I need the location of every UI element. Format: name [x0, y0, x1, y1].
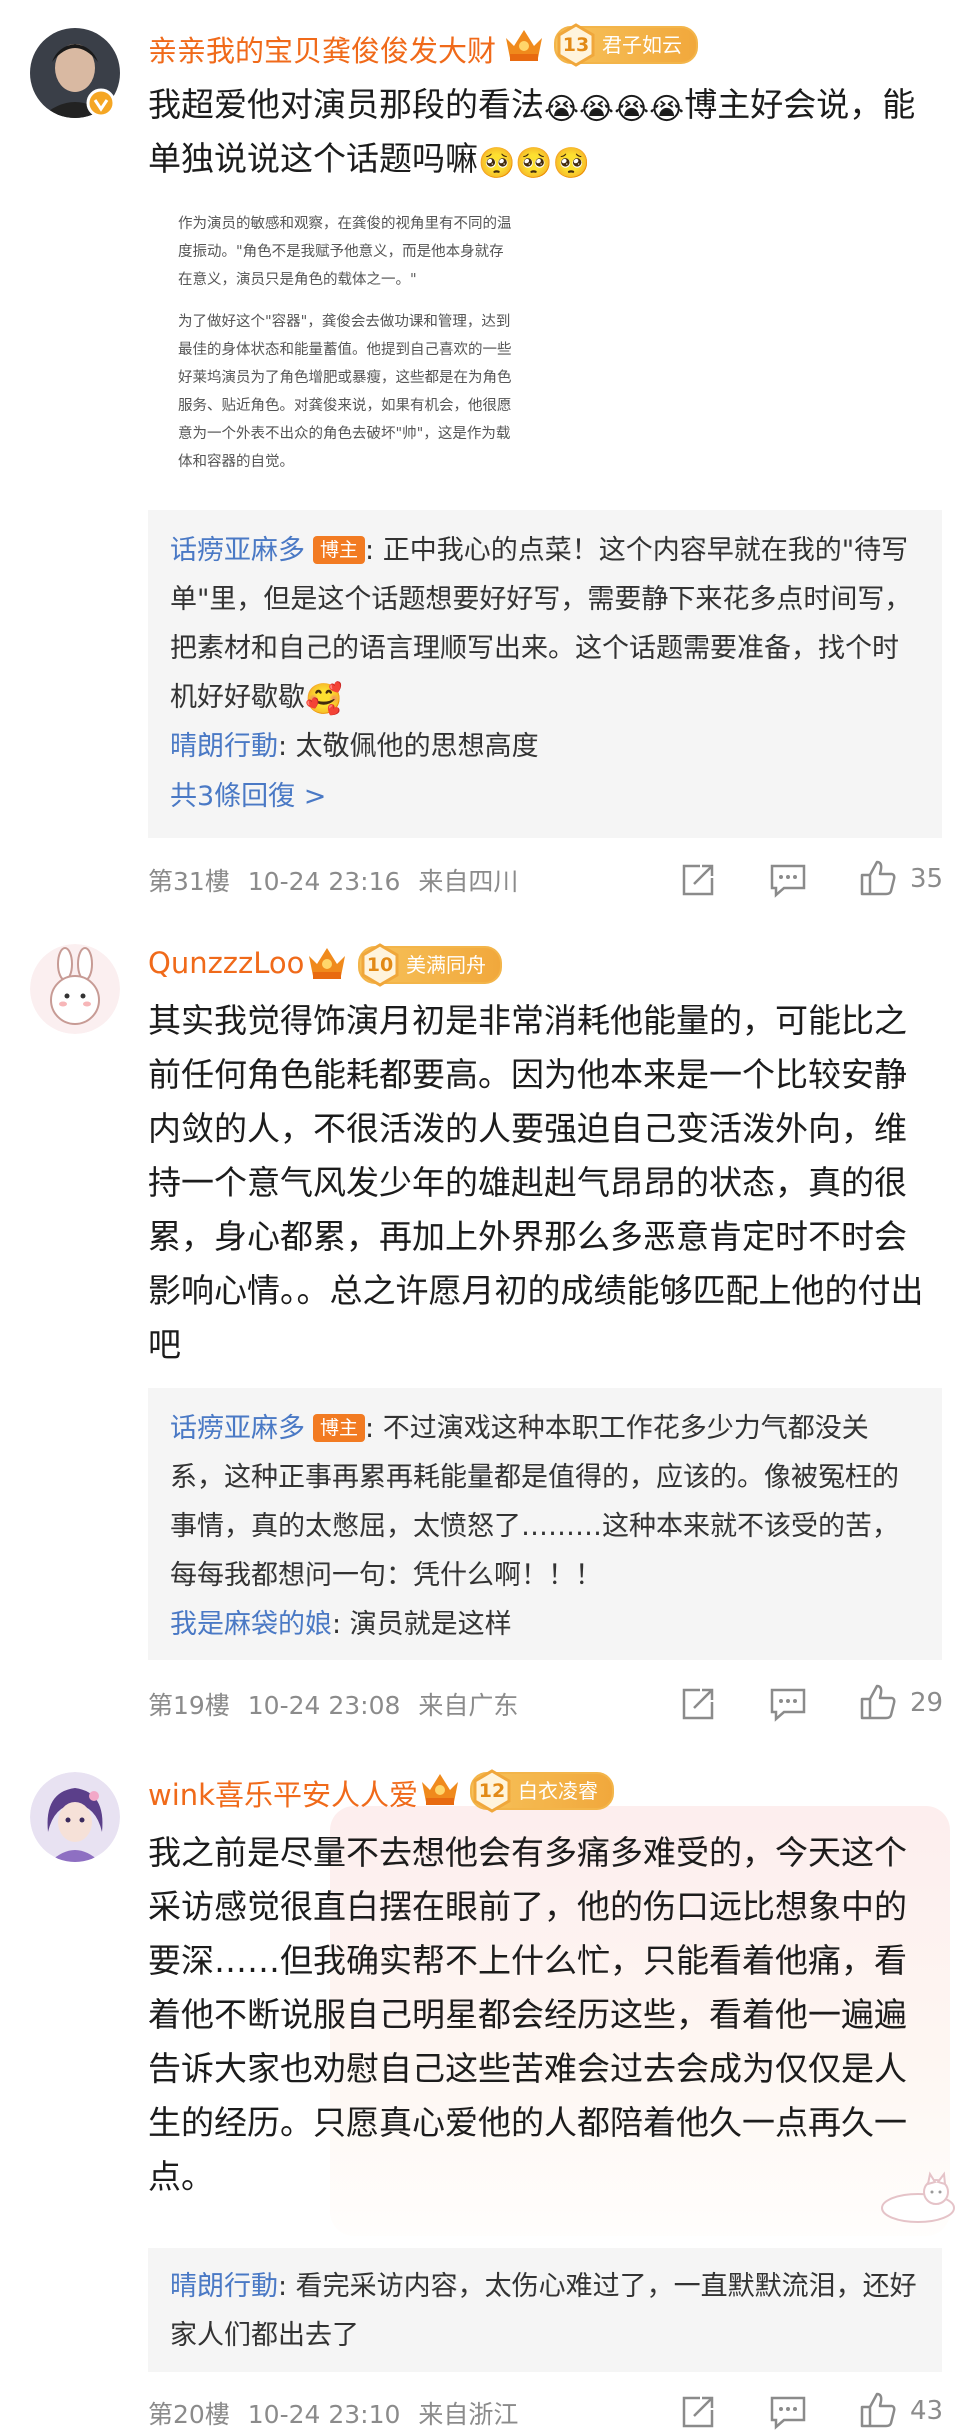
- level-number: 12: [478, 1780, 506, 1802]
- image-text: 作为演员的敏感和观察，在龚俊的视角里有不同的温度振动。"角色不是我赋予他意义，而…: [178, 216, 512, 288]
- reply-item[interactable]: 晴朗行動: 看完采访内容，太伤心难过了，一直默默流泪，还好家人们都出去了: [170, 2262, 920, 2360]
- reply-box[interactable]: 话痨亚麻多 博主: 正中我心的点菜！这个内容早就在我的"待写单"里，但是这个话题想…: [148, 510, 942, 838]
- timestamp: 10-24 23:16: [247, 867, 401, 896]
- attached-image[interactable]: 作为演员的敏感和观察，在龚俊的视角里有不同的温度振动。"角色不是我赋予他意义，而…: [178, 210, 518, 490]
- reply-username[interactable]: 话痨亚麻多: [170, 1413, 305, 1444]
- location: 来自浙江: [418, 2400, 519, 2429]
- pleading-emoji-icon: 🥺🥺🥺: [478, 146, 591, 181]
- verified-badge-icon: [86, 88, 116, 118]
- level-title: 白衣凌睿: [518, 1779, 598, 1803]
- reply-text: : 演员就是这样: [332, 1609, 512, 1640]
- username[interactable]: wink喜乐平安人人爱: [148, 1772, 418, 1814]
- reply-username[interactable]: 我是麻袋的娘: [170, 1609, 332, 1640]
- crying-emoji-icon: 😭😭😭😭: [544, 92, 685, 127]
- like-icon[interactable]: [858, 858, 898, 898]
- reply-text: : 太敬佩他的思想高度: [278, 731, 539, 762]
- avatar[interactable]: [30, 1772, 120, 1862]
- level-title: 君子如云: [602, 33, 682, 57]
- level-badge: 10 美满同舟: [358, 943, 502, 987]
- author-badge: 博主: [313, 536, 366, 564]
- level-badge: 12 白衣凌睿: [470, 1769, 614, 1813]
- floor-number: 第31樓: [148, 867, 230, 896]
- cat-sticker-icon: [881, 2171, 955, 2223]
- comment-icon[interactable]: [768, 1684, 808, 1724]
- author-badge: 博主: [313, 1414, 366, 1442]
- vip-crown-icon: [422, 1774, 458, 1805]
- repost-icon[interactable]: [678, 1684, 718, 1724]
- like-icon[interactable]: [858, 1682, 898, 1722]
- like-count: 43: [910, 2396, 944, 2426]
- timestamp: 10-24 23:10: [247, 2400, 401, 2429]
- repost-icon[interactable]: [678, 2392, 718, 2432]
- username[interactable]: 亲亲我的宝贝龚俊俊发大财: [148, 28, 496, 70]
- image-text: 为了做好这个"容器"，龚俊会去做功课和管理，达到最佳的身体状态和能量蓄值。他提到…: [178, 314, 512, 470]
- reply-username[interactable]: 晴朗行動: [170, 2271, 278, 2302]
- comment-text: 我之前是尽量不去想他会有多痛多难受的，今天这个采访感觉很直白摆在眼前了，他的伤口…: [148, 1833, 907, 2196]
- floor-number: 第20樓: [148, 2400, 230, 2429]
- repost-icon[interactable]: [678, 860, 718, 900]
- like-icon[interactable]: [858, 2390, 898, 2430]
- floor-number: 第19樓: [148, 1691, 230, 1720]
- level-badge: 13 君子如云: [554, 23, 698, 67]
- comment-meta: 第20樓 10-24 23:10 来自浙江: [148, 2395, 528, 2431]
- level-number: 13: [562, 34, 590, 56]
- avatar[interactable]: [30, 944, 120, 1034]
- comment-icon[interactable]: [768, 860, 808, 900]
- level-number: 10: [366, 954, 394, 976]
- username[interactable]: QunzzzLoo: [148, 946, 304, 980]
- reply-box[interactable]: 晴朗行動: 看完采访内容，太伤心难过了，一直默默流泪，还好家人们都出去了: [148, 2248, 942, 2372]
- comment-text: 其实我觉得饰演月初是非常消耗他能量的，可能比之前任何角色能耗都要高。因为他本来是…: [148, 1001, 924, 1364]
- like-count: 29: [910, 1688, 944, 1718]
- reply-username[interactable]: 晴朗行動: [170, 731, 278, 762]
- vip-crown-icon: [506, 30, 542, 61]
- reply-box[interactable]: 话痨亚麻多 博主: 不过演戏这种本职工作花多少力气都没关系，这种正事再累再耗能量都…: [148, 1388, 942, 1660]
- reply-text: : 看完采访内容，太伤心难过了，一直默默流泪，还好家人们都出去了: [170, 2271, 917, 2351]
- comment-meta: 第19樓 10-24 23:08 来自广东: [148, 1686, 528, 1722]
- reply-item[interactable]: 晴朗行動: 太敬佩他的思想高度: [170, 722, 920, 771]
- comment-text: 我超爱他对演员那段的看法😭😭😭😭博主好会说，能 单独说说这个话题吗嘛🥺🥺🥺: [148, 85, 916, 181]
- comment-meta: 第31樓 10-24 23:16 来自四川: [148, 862, 528, 898]
- reply-username[interactable]: 话痨亚麻多: [170, 535, 305, 566]
- comment-icon[interactable]: [768, 2392, 808, 2432]
- reply-item[interactable]: 我是麻袋的娘: 演员就是这样: [170, 1600, 920, 1649]
- smiling-emoji-icon: 🥰: [305, 682, 343, 717]
- vip-crown-icon: [309, 948, 345, 979]
- reply-item[interactable]: 话痨亚麻多 博主: 不过演戏这种本职工作花多少力气都没关系，这种正事再累再耗能量都…: [170, 1404, 920, 1600]
- location: 来自四川: [418, 867, 519, 896]
- comment-item: 亲亲我的宝贝龚俊俊发大财 13 君子如云 我超爱他对演员那段的看法😭😭😭😭博主好…: [0, 0, 972, 900]
- reply-item[interactable]: 话痨亚麻多 博主: 正中我心的点菜！这个内容早就在我的"待写单"里，但是这个话题想…: [170, 526, 920, 722]
- level-title: 美满同舟: [406, 953, 486, 977]
- more-replies-link[interactable]: 共3條回復 >: [170, 772, 920, 821]
- location: 来自广东: [418, 1691, 519, 1720]
- like-count: 35: [910, 864, 944, 894]
- timestamp: 10-24 23:08: [247, 1691, 401, 1720]
